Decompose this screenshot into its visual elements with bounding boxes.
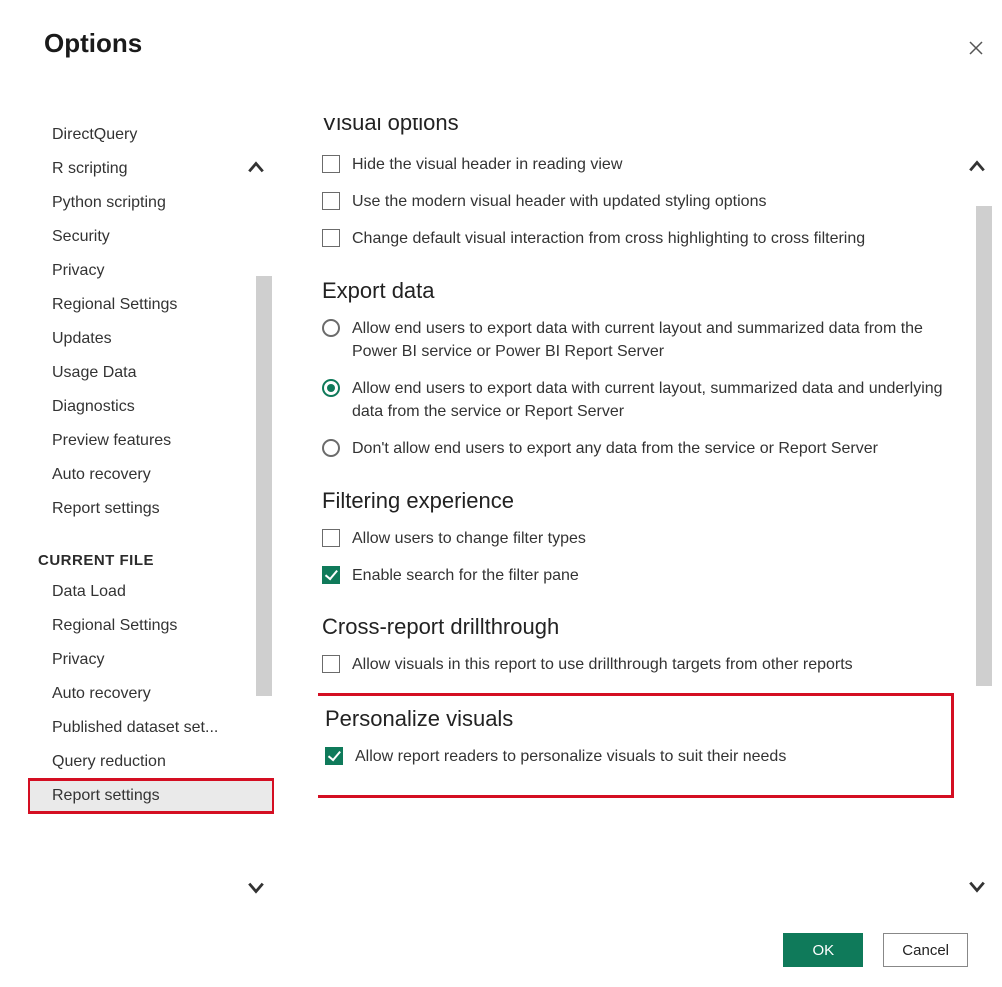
label-export-underlying: Allow end users to export data with curr… [352, 377, 954, 423]
option-allow-personalize-visuals[interactable]: Allow report readers to personalize visu… [325, 738, 937, 775]
heading-cross-report-drillthrough: Cross-report drillthrough [322, 614, 954, 640]
label-allow-change-filter-types: Allow users to change filter types [352, 527, 954, 550]
sidebar-item-r-scripting[interactable]: R scripting [28, 152, 274, 186]
sidebar-item-security[interactable]: Security [28, 220, 274, 254]
option-modern-visual-header[interactable]: Use the modern visual header with update… [322, 183, 954, 220]
sidebar-item-python-scripting[interactable]: Python scripting [28, 186, 274, 220]
sidebar-item-report-settings-global[interactable]: Report settings [28, 492, 274, 526]
option-export-summarized[interactable]: Allow end users to export data with curr… [322, 310, 954, 370]
label-enable-search-filter-pane: Enable search for the filter pane [352, 564, 954, 587]
option-hide-visual-header[interactable]: Hide the visual header in reading view [322, 146, 954, 183]
label-allow-personalize-visuals: Allow report readers to personalize visu… [355, 745, 937, 768]
checkbox-allow-cross-report-drillthrough[interactable] [322, 655, 340, 673]
checkbox-change-default-interaction[interactable] [322, 229, 340, 247]
ok-button[interactable]: OK [783, 933, 863, 967]
sidebar-item-auto-recovery[interactable]: Auto recovery [28, 458, 274, 492]
sidebar-item-updates[interactable]: Updates [28, 322, 274, 356]
label-allow-cross-report-drillthrough: Allow visuals in this report to use dril… [352, 653, 954, 676]
label-change-default-interaction: Change default visual interaction from c… [352, 227, 954, 250]
sidebar-scroll-up-icon[interactable] [242, 154, 270, 182]
cancel-button[interactable]: Cancel [883, 933, 968, 967]
sidebar-item-file-published-dataset[interactable]: Published dataset set... [28, 711, 274, 745]
label-hide-visual-header: Hide the visual header in reading view [352, 153, 954, 176]
radio-export-none[interactable] [322, 439, 340, 457]
option-export-none[interactable]: Don't allow end users to export any data… [322, 430, 954, 467]
checkbox-enable-search-filter-pane[interactable] [322, 566, 340, 584]
sidebar-item-file-data-load[interactable]: Data Load [28, 575, 274, 609]
sidebar-item-file-privacy[interactable]: Privacy [28, 643, 274, 677]
option-allow-cross-report-drillthrough[interactable]: Allow visuals in this report to use dril… [322, 646, 954, 683]
option-enable-search-filter-pane[interactable]: Enable search for the filter pane [322, 557, 954, 594]
checkbox-modern-visual-header[interactable] [322, 192, 340, 210]
sidebar-item-privacy[interactable]: Privacy [28, 254, 274, 288]
highlight-personalize-visuals: Personalize visuals Allow report readers… [318, 693, 954, 798]
sidebar-scroll-down-icon[interactable] [242, 873, 270, 901]
sidebar-item-regional-settings[interactable]: Regional Settings [28, 288, 274, 322]
heading-personalize-visuals: Personalize visuals [325, 706, 937, 732]
content-panel: Visual options Hide the visual header in… [318, 118, 1002, 905]
checkbox-allow-personalize-visuals[interactable] [325, 747, 343, 765]
option-change-default-interaction[interactable]: Change default visual interaction from c… [322, 220, 954, 257]
sidebar-item-directquery[interactable]: DirectQuery [28, 118, 274, 152]
radio-export-underlying[interactable] [322, 379, 340, 397]
sidebar-item-file-report-settings[interactable]: Report settings [28, 779, 274, 813]
heading-visual-options: Visual options [322, 118, 954, 136]
option-allow-change-filter-types[interactable]: Allow users to change filter types [322, 520, 954, 557]
sidebar: DirectQuery R scripting Python scripting… [28, 118, 274, 905]
sidebar-item-usage-data[interactable]: Usage Data [28, 356, 274, 390]
heading-export-data: Export data [322, 278, 954, 304]
label-export-none: Don't allow end users to export any data… [352, 437, 954, 460]
sidebar-item-diagnostics[interactable]: Diagnostics [28, 390, 274, 424]
option-export-underlying[interactable]: Allow end users to export data with curr… [322, 370, 954, 430]
sidebar-section-current-file: CURRENT FILE [28, 526, 274, 575]
checkbox-hide-visual-header[interactable] [322, 155, 340, 173]
sidebar-item-file-regional-settings[interactable]: Regional Settings [28, 609, 274, 643]
sidebar-item-preview-features[interactable]: Preview features [28, 424, 274, 458]
content-scroll-up-icon[interactable] [962, 152, 992, 182]
content-scroll-down-icon[interactable] [962, 871, 992, 901]
sidebar-item-file-auto-recovery[interactable]: Auto recovery [28, 677, 274, 711]
checkbox-allow-change-filter-types[interactable] [322, 529, 340, 547]
heading-filtering-experience: Filtering experience [322, 488, 954, 514]
sidebar-item-file-query-reduction[interactable]: Query reduction [28, 745, 274, 779]
dialog-title: Options [44, 28, 1002, 59]
radio-export-summarized[interactable] [322, 319, 340, 337]
sidebar-scrollbar[interactable] [256, 276, 272, 696]
content-scrollbar[interactable] [976, 206, 992, 686]
label-modern-visual-header: Use the modern visual header with update… [352, 190, 954, 213]
dialog-footer: OK Cancel [783, 933, 968, 967]
close-icon[interactable] [968, 38, 984, 60]
label-export-summarized: Allow end users to export data with curr… [352, 317, 954, 363]
